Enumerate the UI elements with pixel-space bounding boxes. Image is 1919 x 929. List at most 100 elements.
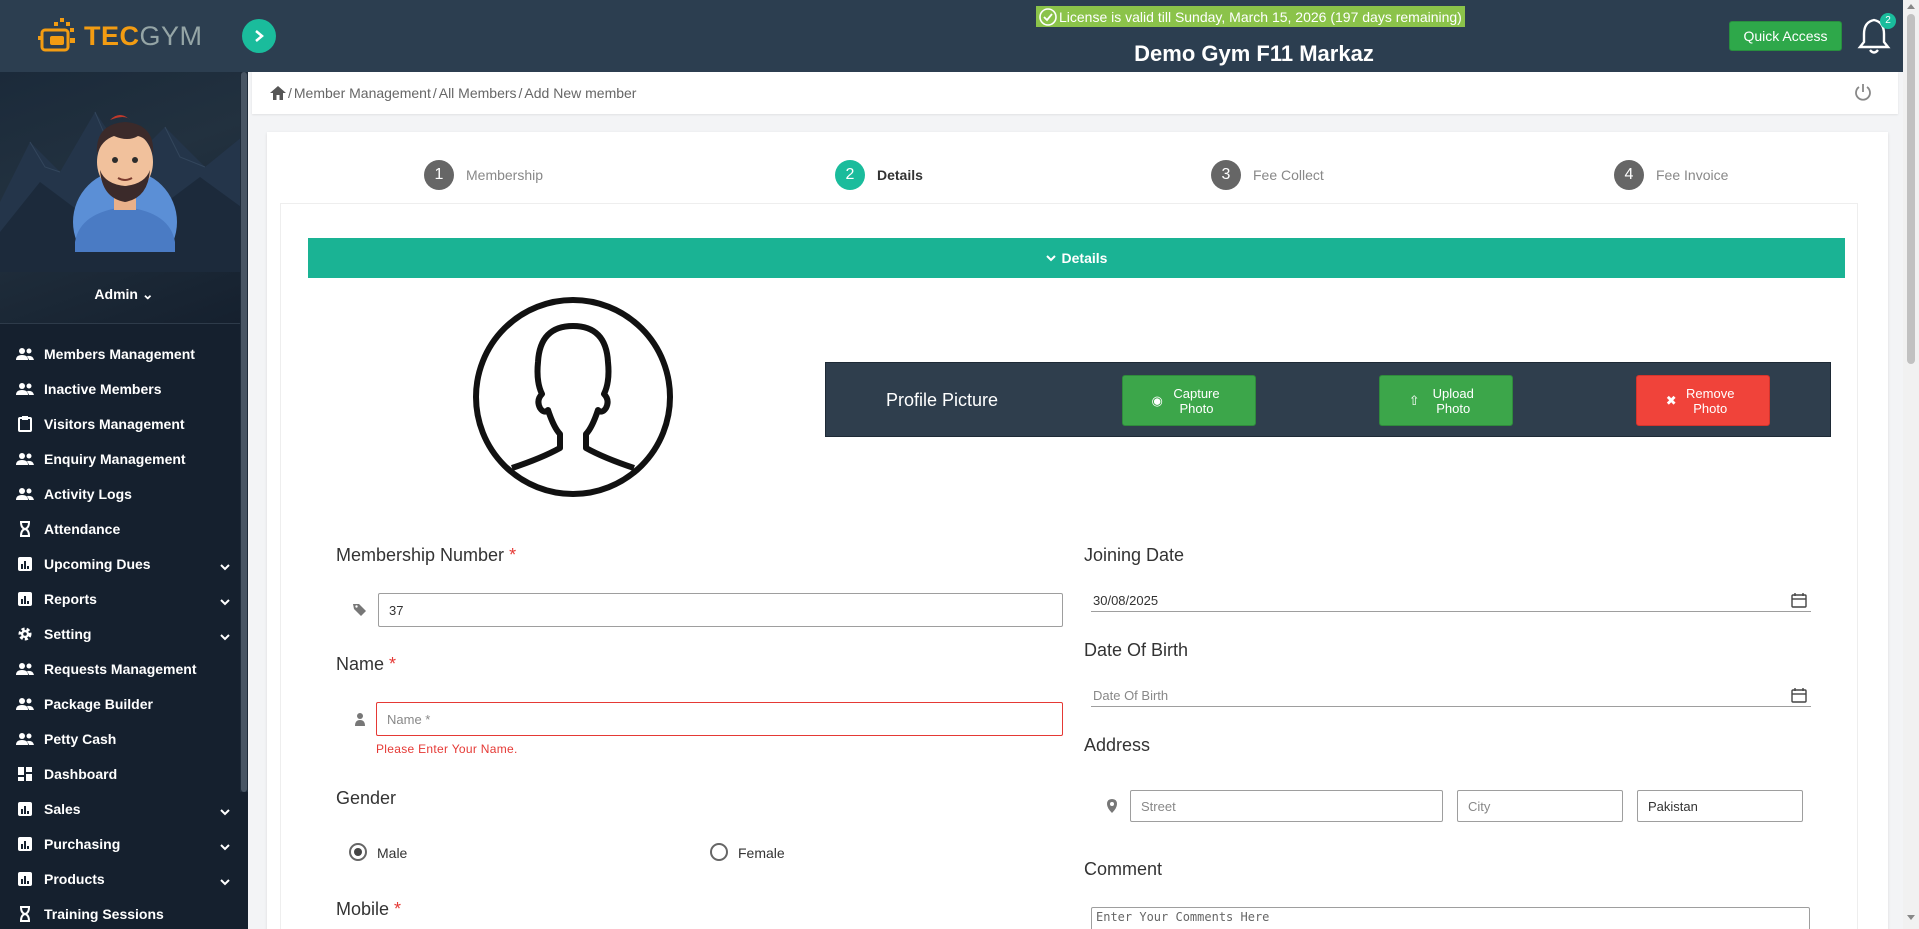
- bar-chart-icon: [14, 870, 36, 888]
- power-icon[interactable]: [1853, 82, 1873, 102]
- step-fee-invoice[interactable]: 4 Fee Invoice: [1614, 160, 1728, 190]
- logo-text: TECGYM: [84, 20, 203, 51]
- sidebar-item-training-sessions[interactable]: Training Sessions: [0, 896, 248, 929]
- tags-icon: [353, 604, 366, 616]
- details-section-header[interactable]: Details: [308, 238, 1845, 278]
- dob-label: Date Of Birth: [1084, 640, 1189, 660]
- page-scrollbar[interactable]: [1903, 0, 1919, 929]
- gender-male-radio[interactable]: [349, 843, 367, 861]
- notification-count-badge: 2: [1880, 13, 1896, 29]
- avatar[interactable]: [70, 112, 180, 252]
- joining-date-label: Joining Date: [1084, 545, 1185, 565]
- gender-label: Gender: [336, 788, 397, 808]
- capture-photo-button[interactable]: ◉ Capture Photo: [1122, 375, 1256, 426]
- name-error-message: Please Enter Your Name.: [376, 742, 518, 756]
- gym-name: Demo Gym F11 Markaz: [1134, 41, 1374, 66]
- chevron-down-icon: [1045, 254, 1056, 261]
- upload-icon: ⇧: [1408, 393, 1424, 408]
- step-details[interactable]: 2 Details: [835, 160, 923, 190]
- calendar-icon[interactable]: [1791, 687, 1807, 703]
- comment-label: Comment: [1084, 859, 1163, 879]
- chevron-down-icon: [220, 593, 230, 609]
- chevron-right-icon: [255, 30, 264, 42]
- bar-chart-icon: [14, 590, 36, 608]
- breadcrumb-all-members[interactable]: All Members: [439, 85, 517, 101]
- users-icon: [14, 345, 36, 363]
- remove-photo-button[interactable]: ✖ Remove Photo: [1636, 375, 1770, 426]
- chevron-down-icon: [220, 873, 230, 889]
- mobile-label: Mobile *: [336, 899, 402, 919]
- check-circle-icon: [1039, 8, 1057, 26]
- chevron-down-icon: [220, 558, 230, 574]
- sidebar-nav: Members Management Inactive Members Visi…: [0, 324, 248, 929]
- chevron-down-icon: [220, 628, 230, 644]
- logo-icon: [38, 18, 75, 52]
- upload-photo-button[interactable]: ⇧ Upload Photo: [1379, 375, 1513, 426]
- sidebar-item-upcoming-dues[interactable]: Upcoming Dues: [0, 546, 248, 581]
- bar-chart-icon: [14, 800, 36, 818]
- sidebar-item-sales[interactable]: Sales: [0, 791, 248, 826]
- sidebar-item-enquiry-management[interactable]: Enquiry Management: [0, 441, 248, 476]
- sidebar-item-purchasing[interactable]: Purchasing: [0, 826, 248, 861]
- chevron-down-icon: [220, 803, 230, 819]
- chevron-down-icon: [220, 838, 230, 854]
- gender-female-label[interactable]: Female: [738, 845, 785, 861]
- country-input[interactable]: Pakistan: [1637, 790, 1803, 822]
- top-bar: License is valid till Sunday, March 15, …: [248, 0, 1919, 72]
- bar-chart-icon: [14, 835, 36, 853]
- gender-female-radio[interactable]: [710, 843, 728, 861]
- sidebar-item-inactive-members[interactable]: Inactive Members: [0, 371, 248, 406]
- bar-chart-icon: [14, 555, 36, 573]
- breadcrumb: / Member Management / All Members / Add New…: [252, 72, 1898, 114]
- sidebar-item-members-management[interactable]: Members Management: [0, 336, 248, 371]
- users-icon: [14, 450, 36, 468]
- sidebar-item-reports[interactable]: Reports: [0, 581, 248, 616]
- admin-user-menu[interactable]: Admin ⌄: [0, 286, 248, 303]
- home-icon[interactable]: [270, 86, 286, 100]
- dob-input[interactable]: Date Of Birth: [1091, 683, 1811, 707]
- city-input[interactable]: City: [1457, 790, 1623, 822]
- membership-number-label: Membership Number *: [336, 545, 517, 565]
- users-icon: [14, 730, 36, 748]
- sidebar-item-petty-cash[interactable]: Petty Cash: [0, 721, 248, 756]
- hourglass-icon: [14, 520, 36, 538]
- calendar-icon[interactable]: [1791, 592, 1807, 608]
- gender-male-label[interactable]: Male: [377, 845, 407, 861]
- hourglass-icon: [14, 905, 36, 923]
- sidebar-item-attendance[interactable]: Attendance: [0, 511, 248, 546]
- sidebar-item-activity-logs[interactable]: Activity Logs: [0, 476, 248, 511]
- address-label: Address: [1084, 735, 1151, 755]
- name-input[interactable]: Name *: [376, 702, 1063, 736]
- sidebar-toggle-button[interactable]: [242, 19, 276, 53]
- license-banner: License is valid till Sunday, March 15, …: [1036, 6, 1465, 27]
- sidebar: TECGYM Admin ⌄ Members Management Inacti…: [0, 0, 248, 929]
- comment-textarea[interactable]: Enter Your Comments Here: [1091, 907, 1810, 929]
- sidebar-scrollbar[interactable]: [240, 72, 248, 792]
- joining-date-input[interactable]: 30/08/2025: [1091, 588, 1811, 612]
- sidebar-item-dashboard[interactable]: Dashboard: [0, 756, 248, 791]
- sidebar-item-products[interactable]: Products: [0, 861, 248, 896]
- clipboard-icon: [14, 415, 36, 433]
- quick-access-button[interactable]: Quick Access: [1729, 21, 1842, 51]
- sidebar-item-visitors-management[interactable]: Visitors Management: [0, 406, 248, 441]
- users-icon: [14, 660, 36, 678]
- name-label: Name *: [336, 654, 397, 674]
- step-membership[interactable]: 1 Membership: [424, 160, 543, 190]
- profile-picture-label: Profile Picture: [886, 390, 999, 410]
- sidebar-item-requests-management[interactable]: Requests Management: [0, 651, 248, 686]
- camera-icon: ◉: [1151, 393, 1167, 408]
- profile-panel: Admin ⌄: [0, 72, 248, 324]
- step-fee-collect[interactable]: 3 Fee Collect: [1211, 160, 1324, 190]
- breadcrumb-member-management[interactable]: Member Management: [294, 85, 431, 101]
- gear-icon: [14, 625, 36, 643]
- sidebar-item-package-builder[interactable]: Package Builder: [0, 686, 248, 721]
- street-input[interactable]: Street: [1130, 790, 1443, 822]
- chevron-down-icon: ⌄: [141, 286, 154, 302]
- users-icon: [14, 380, 36, 398]
- logo[interactable]: TECGYM: [0, 0, 248, 72]
- dashboard-icon: [14, 765, 36, 783]
- membership-number-input[interactable]: 37: [378, 593, 1063, 627]
- map-marker-icon: [1107, 799, 1117, 813]
- sidebar-item-setting[interactable]: Setting: [0, 616, 248, 651]
- profile-placeholder-icon: [473, 297, 673, 497]
